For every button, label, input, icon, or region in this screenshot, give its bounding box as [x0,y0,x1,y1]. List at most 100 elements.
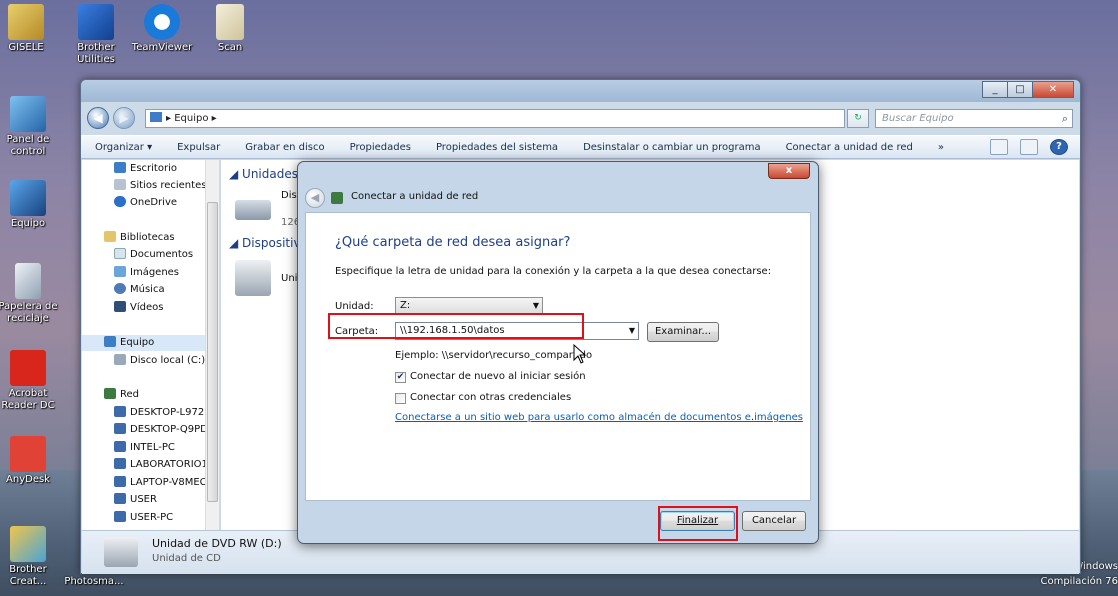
chevron-down-icon[interactable]: ▼ [629,323,635,339]
toolbar-conectar-unidad[interactable]: Conectar a unidad de red [786,142,913,153]
nav-imagenes[interactable]: Imágenes [114,265,179,281]
back-arrow-icon[interactable]: ◀ [305,188,325,208]
nav-musica[interactable]: Música [114,282,165,298]
watermark-line-2: Compilación 76 [1040,576,1118,587]
breadcrumb-equipo[interactable]: Equipo [174,113,208,124]
toolbar-more[interactable]: » [938,142,944,153]
explorer-titlebar[interactable]: _ □ ✕ [81,80,1080,102]
nav-host[interactable]: INTEL-PC [114,440,175,456]
nav-sitios-recientes[interactable]: Sitios recientes [114,178,205,194]
help-icon[interactable]: ? [1050,139,1068,155]
refresh-icon[interactable]: ↻ [847,109,869,128]
desktop-icon-label: Scan [217,42,243,53]
network-computer-icon [114,423,126,434]
desktop-icon-scan[interactable]: Scan [196,4,264,54]
nav-label: LAPTOP-V8MECI [130,477,206,488]
nav-escritorio[interactable]: Escritorio [114,161,177,177]
nav-red[interactable]: Red [104,387,139,403]
nav-host[interactable]: USER-PC [114,510,173,526]
toolbar-grabar[interactable]: Grabar en disco [245,142,324,153]
nav-label: LABORATORIO1- [130,459,206,470]
back-arrow-icon[interactable]: ◀ [87,107,109,129]
dvd-drive-icon[interactable] [235,260,271,296]
nav-host[interactable]: LABORATORIO1- [114,457,206,473]
folder-user-icon [8,4,44,40]
desktop-icon-label: Panel de control [6,134,50,157]
search-icon[interactable]: ⌕ [1062,110,1068,127]
device-label[interactable]: Uni [281,273,297,284]
toolbar-propiedades-sistema[interactable]: Propiedades del sistema [436,142,558,153]
web-storage-link[interactable]: Conectarse a un sitio web para usarlo co… [395,412,803,423]
examinar-button[interactable]: Examinar... [647,322,719,342]
dialog-body: ¿Qué carpeta de red desea asignar? Espec… [305,212,811,501]
nav-host[interactable]: DESKTOP-L972IP [114,405,206,421]
reconnect-checkbox[interactable]: ✔ [395,372,406,383]
nav-label: Vídeos [130,302,164,313]
desktop-icon-label: Photosma... [64,576,124,587]
nav-label: DESKTOP-L972IP [130,407,206,418]
nav-host[interactable]: USER [114,492,157,508]
hard-disk-icon[interactable] [235,200,271,220]
reconnect-label[interactable]: Conectar de nuevo al iniciar sesión [410,371,586,382]
nav-bibliotecas[interactable]: Bibliotecas [104,230,175,246]
toolbar-desinstalar[interactable]: Desinstalar o cambiar un programa [583,142,761,153]
preview-pane-icon[interactable] [1020,139,1038,155]
desktop-icon [114,162,126,173]
highlight-finalizar [658,506,738,541]
nav-onedrive[interactable]: OneDrive [114,195,177,211]
toolbar-expulsar[interactable]: Expulsar [177,142,220,153]
desktop-icon-anydesk[interactable]: AnyDesk [0,436,62,486]
desktop-icon-panel-de-control[interactable]: Panel de control [0,96,62,158]
link-suffix: . [751,412,755,423]
maximize-button[interactable]: □ [1007,81,1033,98]
desktop-icon-brother-utilities[interactable]: Brother Utilities [62,4,130,66]
desktop-icon-acrobat[interactable]: Acrobat Reader DC [0,350,62,412]
nav-scrollbar-thumb[interactable] [207,202,218,502]
details-subtitle: Unidad de CD [152,553,221,564]
brother-utilities-icon [78,4,114,40]
navigation-pane: Escritorio Sitios recientes OneDrive Bib… [82,160,206,530]
desktop-icon-label: AnyDesk [6,474,50,485]
desktop-icon-label: GISELE [8,42,44,53]
address-bar[interactable]: ▸ Equipo ▸ [145,109,845,128]
minimize-button[interactable]: _ [982,81,1008,98]
nav-label: Equipo [120,337,155,348]
details-title: Unidad de DVD RW (D:) [152,537,282,550]
nav-disco-local[interactable]: Disco local (C:) [114,353,205,369]
music-icon [114,283,126,294]
nav-label: Red [120,389,139,400]
nav-label: OneDrive [130,197,178,208]
cloud-icon [114,196,126,207]
search-input[interactable]: Buscar Equipo ⌕ [875,109,1073,128]
nav-label: Documentos [130,249,194,260]
close-button[interactable]: ✕ [1032,81,1074,98]
desktop-icon-gisele[interactable]: GISELE [0,4,60,54]
anydesk-icon [10,436,46,472]
nav-host[interactable]: DESKTOP-Q9PDC [114,422,205,438]
toolbar-propiedades[interactable]: Propiedades [350,142,411,153]
nav-equipo[interactable]: Equipo [82,335,205,351]
recycle-bin-icon [15,263,41,299]
cancelar-button[interactable]: Cancelar [742,511,806,531]
desktop-icon-teamviewer[interactable]: TeamViewer [128,4,196,54]
desktop-icon-label: Equipo [10,218,46,229]
desktop-icon-papelera[interactable]: Papelera de reciclaje [0,263,62,325]
nav-scrollbar[interactable] [205,160,219,530]
view-options-icon[interactable] [990,139,1008,155]
control-panel-icon [10,96,46,132]
brother-creative-icon [10,526,46,562]
nav-videos[interactable]: Vídeos [114,300,163,316]
desktop-icon-photoshop[interactable]: Photosma... [60,576,128,588]
other-credentials-checkbox[interactable] [395,393,406,404]
nav-label: Bibliotecas [120,232,175,243]
other-credentials-label[interactable]: Conectar con otras credenciales [410,392,571,403]
forward-arrow-icon[interactable]: ▶ [113,107,135,129]
desktop-icon-brother-creative[interactable]: Brother Creat... [0,526,62,588]
chevron-down-icon: ▼ [532,301,539,310]
desktop-icon-equipo[interactable]: Equipo [0,180,62,230]
toolbar-organizar[interactable]: Organizar ▾ [95,142,152,153]
dialog-close-button[interactable]: x [768,163,810,179]
nav-host[interactable]: LAPTOP-V8MECI [114,475,206,491]
nav-documentos[interactable]: Documentos [114,247,193,263]
network-icon [104,388,116,399]
